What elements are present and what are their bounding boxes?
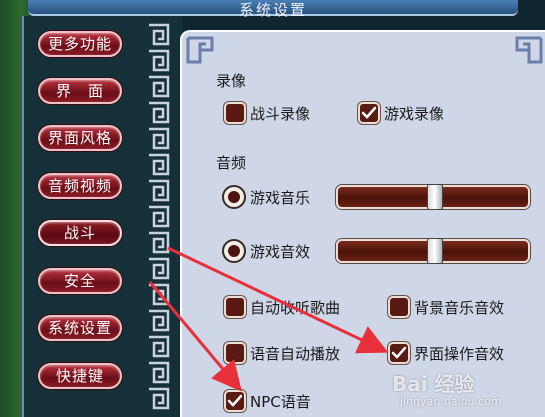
menu-more-features-button[interactable]: 更多功能 — [38, 31, 122, 57]
game-effects-label: 游戏音效 — [250, 242, 311, 261]
menu-shortcut-keys-button[interactable]: 快捷键 — [38, 363, 122, 389]
key-pattern-icon — [149, 387, 170, 410]
key-pattern-icon — [149, 153, 170, 176]
key-pattern-icon — [149, 283, 170, 306]
npc-voice-label: NPC语音 — [250, 392, 311, 411]
key-pattern-icon — [149, 75, 170, 98]
key-pattern-icon — [149, 231, 170, 254]
key-pattern-icon — [149, 335, 170, 358]
checkmark-icon — [361, 106, 377, 119]
game-effects-slider-thumb[interactable] — [427, 238, 443, 264]
game-recording-checkbox-row[interactable]: 游戏录像 — [358, 100, 444, 126]
background-music-effects-checkbox[interactable] — [388, 296, 410, 318]
key-pattern-icon — [149, 127, 170, 150]
npc-voice-checkbox[interactable] — [224, 390, 246, 412]
game-window: 系统设置 更多功能 界 面 界面风格 音频视频 战斗 安全 系统设置 快捷键 录… — [0, 0, 545, 417]
voice-autoplay-label: 语音自动播放 — [250, 344, 341, 363]
radio-selected-dot — [228, 191, 240, 203]
title-bar[interactable]: 系统设置 — [28, 0, 518, 19]
audio-heading: 音频 — [216, 154, 247, 172]
voice-autoplay-checkbox-row[interactable]: 语音自动播放 — [224, 340, 340, 366]
battle-recording-checkbox-row[interactable]: 战斗录像 — [224, 100, 310, 126]
battle-recording-label: 战斗录像 — [250, 104, 311, 123]
settings-content-panel: 录像 战斗录像 游戏录像 音频 游戏音乐 游戏音效 自动收听歌曲 背景音乐音效 … — [180, 30, 545, 417]
game-music-slider-thumb[interactable] — [427, 184, 443, 210]
key-pattern-icon — [149, 257, 170, 280]
auto-listen-songs-label: 自动收听歌曲 — [250, 298, 341, 317]
key-pattern-icon — [149, 309, 170, 332]
game-effects-slider[interactable] — [336, 238, 530, 264]
npc-voice-checkbox-row[interactable]: NPC语音 — [224, 388, 311, 414]
corner-ornament-icon — [186, 36, 214, 64]
menu-audio-video-button[interactable]: 音频视频 — [38, 173, 122, 199]
background-music-effects-checkbox-row[interactable]: 背景音乐音效 — [388, 294, 504, 320]
recording-heading: 录像 — [216, 72, 247, 90]
corner-ornament-icon — [515, 36, 543, 64]
key-pattern-icon — [149, 23, 170, 46]
checkmark-icon — [391, 346, 407, 359]
game-music-label: 游戏音乐 — [250, 188, 311, 207]
game-music-slider[interactable] — [336, 184, 530, 210]
menu-interface-style-button[interactable]: 界面风格 — [38, 125, 122, 151]
menu-battle-button[interactable]: 战斗 — [38, 220, 122, 246]
key-pattern-strip — [146, 22, 172, 417]
ui-sound-effects-checkbox[interactable] — [388, 342, 410, 364]
key-pattern-icon — [149, 179, 170, 202]
key-pattern-icon — [149, 49, 170, 72]
game-recording-label: 游戏录像 — [384, 104, 445, 123]
key-pattern-icon — [149, 205, 170, 228]
game-recording-checkbox[interactable] — [358, 102, 380, 124]
game-effects-radio[interactable] — [222, 239, 246, 263]
ui-sound-effects-checkbox-row[interactable]: 界面操作音效 — [388, 340, 504, 366]
background-music-effects-label: 背景音乐音效 — [414, 298, 505, 317]
game-effects-radio-row[interactable]: 游戏音效 — [222, 238, 310, 264]
menu-interface-button[interactable]: 界 面 — [38, 78, 122, 104]
voice-autoplay-checkbox[interactable] — [224, 342, 246, 364]
auto-listen-songs-checkbox-row[interactable]: 自动收听歌曲 — [224, 294, 340, 320]
battle-recording-checkbox[interactable] — [224, 102, 246, 124]
game-music-radio[interactable] — [222, 185, 246, 209]
auto-listen-songs-checkbox[interactable] — [224, 296, 246, 318]
menu-system-settings-button[interactable]: 系统设置 — [38, 315, 122, 341]
radio-selected-dot — [228, 245, 240, 257]
checkmark-icon — [227, 394, 243, 407]
window-title: 系统设置 — [238, 1, 307, 19]
key-pattern-icon — [149, 361, 170, 384]
game-music-radio-row[interactable]: 游戏音乐 — [222, 184, 310, 210]
menu-security-button[interactable]: 安全 — [38, 268, 122, 294]
ui-sound-effects-label: 界面操作音效 — [414, 344, 505, 363]
key-pattern-icon — [149, 101, 170, 124]
